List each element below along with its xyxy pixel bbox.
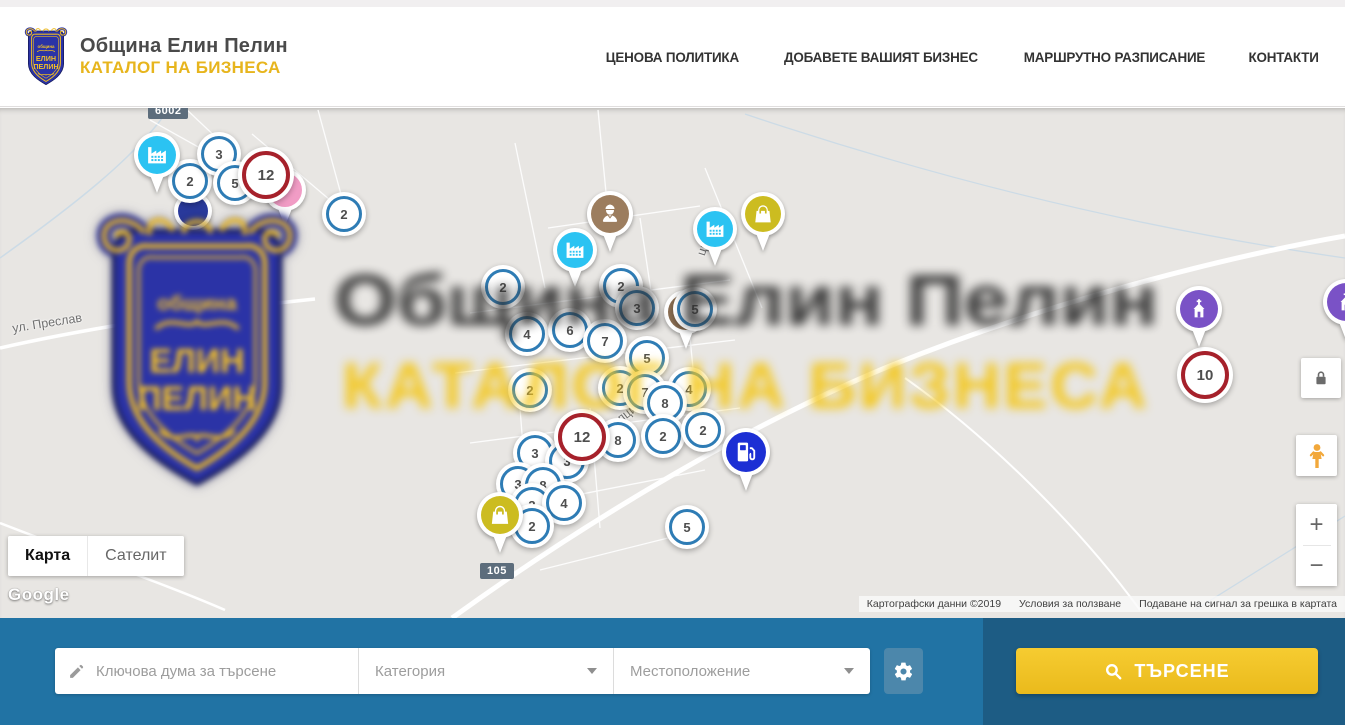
map-cluster-marker[interactable]: 12 <box>238 147 294 203</box>
keyword-field[interactable] <box>55 648 358 694</box>
map-pin-factory-icon[interactable] <box>134 132 180 199</box>
gear-icon <box>893 661 914 682</box>
map-cluster-marker[interactable]: 5 <box>673 287 717 331</box>
map-pin-bag-icon[interactable] <box>477 492 523 559</box>
map-pin-fuel-icon[interactable] <box>722 428 770 497</box>
zoom-control: + − <box>1296 504 1337 586</box>
caret-down-icon <box>844 668 854 674</box>
nav-pricing-policy[interactable]: ЦЕНОВА ПОЛИТИКА <box>606 49 739 65</box>
map-cluster-marker[interactable]: 2 <box>681 408 725 452</box>
municipality-emblem-icon <box>22 26 70 88</box>
zoom-out-button[interactable]: − <box>1296 546 1337 586</box>
nav-route-schedule[interactable]: МАРШРУТНО РАЗПИСАНИЕ <box>1024 49 1205 65</box>
map-pin-bag-icon[interactable] <box>741 192 785 257</box>
search-icon <box>1104 662 1123 681</box>
map-cluster-marker[interactable]: 7 <box>583 319 627 363</box>
map-pin-church-icon[interactable] <box>1176 286 1222 353</box>
map-pin-church-icon[interactable] <box>1323 279 1345 346</box>
map-cluster-marker[interactable]: 10 <box>1177 347 1233 403</box>
top-strip <box>0 0 1345 7</box>
attribution-report-error-link[interactable]: Подаване на сигнал за грешка в картата <box>1139 598 1337 610</box>
keyword-input[interactable] <box>94 662 346 681</box>
attribution-terms-link[interactable]: Условия за ползване <box>1019 598 1121 610</box>
site-header: Община Елин Пелин КАТАЛОГ НА БИЗНЕСА ЦЕН… <box>0 7 1345 107</box>
map-cluster-marker[interactable]: 3 <box>615 286 659 330</box>
map-type-satellite-button[interactable]: Сателит <box>87 536 183 576</box>
map-cluster-marker[interactable]: 2 <box>641 414 685 458</box>
zoom-in-button[interactable]: + <box>1296 505 1337 545</box>
main-nav: ЦЕНОВА ПОЛИТИКА ДОБАВЕТЕ ВАШИЯТ БИЗНЕС М… <box>603 49 1320 65</box>
site-title: Община Елин Пелин <box>80 35 288 58</box>
pegman-icon <box>1305 443 1329 469</box>
advanced-search-button[interactable] <box>884 648 923 694</box>
site-logo[interactable]: Община Елин Пелин КАТАЛОГ НА БИЗНЕСА <box>22 26 288 88</box>
google-logo[interactable]: Google <box>8 585 70 605</box>
site-subtitle: КАТАЛОГ НА БИЗНЕСА <box>80 58 288 78</box>
business-catalog-page: Община Елин Пелин КАТАЛОГ НА БИЗНЕСА ЦЕН… <box>0 0 1345 725</box>
search-submit-panel: ТЪРСЕНЕ <box>983 618 1345 725</box>
pencil-icon <box>68 663 85 680</box>
attribution-copyright: Картографски данни ©2019 <box>867 598 1001 610</box>
search-fields: Категория Местоположение <box>55 648 870 694</box>
category-select-label: Категория <box>375 663 445 680</box>
map-pin-factory-icon[interactable] <box>553 228 597 293</box>
category-select[interactable]: Категория <box>358 648 613 694</box>
search-submit-label: ТЪРСЕНЕ <box>1134 661 1229 682</box>
caret-down-icon <box>587 668 597 674</box>
map-type-control: Карта Сателит <box>8 536 184 576</box>
nav-add-your-business[interactable]: ДОБАВЕТЕ ВАШИЯТ БИЗНЕС <box>784 49 978 65</box>
search-submit-button[interactable]: ТЪРСЕНЕ <box>1016 648 1318 694</box>
pegman-control[interactable] <box>1296 435 1337 476</box>
map-cluster-marker[interactable]: 2 <box>508 368 552 412</box>
lock-control-button[interactable] <box>1301 358 1341 398</box>
location-select-label: Местоположение <box>630 663 750 680</box>
search-bar: Категория Местоположение <box>0 618 983 725</box>
map-cluster-marker[interactable]: 12 <box>554 409 610 465</box>
map-cluster-marker[interactable]: 4 <box>505 312 549 356</box>
location-select[interactable]: Местоположение <box>613 648 870 694</box>
map-pin-factory-icon[interactable] <box>693 207 737 272</box>
map-cluster-marker[interactable]: 5 <box>665 505 709 549</box>
map-attribution: Картографски данни ©2019 Условия за полз… <box>859 596 1345 612</box>
nav-contacts[interactable]: КОНТАКТИ <box>1248 49 1318 65</box>
map-cluster-marker[interactable]: 2 <box>322 192 366 236</box>
map-type-map-button[interactable]: Карта <box>8 536 87 576</box>
map-markers-layer: 2352223546752274882233383425121210 <box>0 108 1345 618</box>
map-cluster-marker[interactable]: 2 <box>481 265 525 309</box>
map-canvas[interactable]: 6002 105 ул. Преслав бул. „Новоселци" ци… <box>0 108 1345 618</box>
lock-icon <box>1311 368 1331 388</box>
